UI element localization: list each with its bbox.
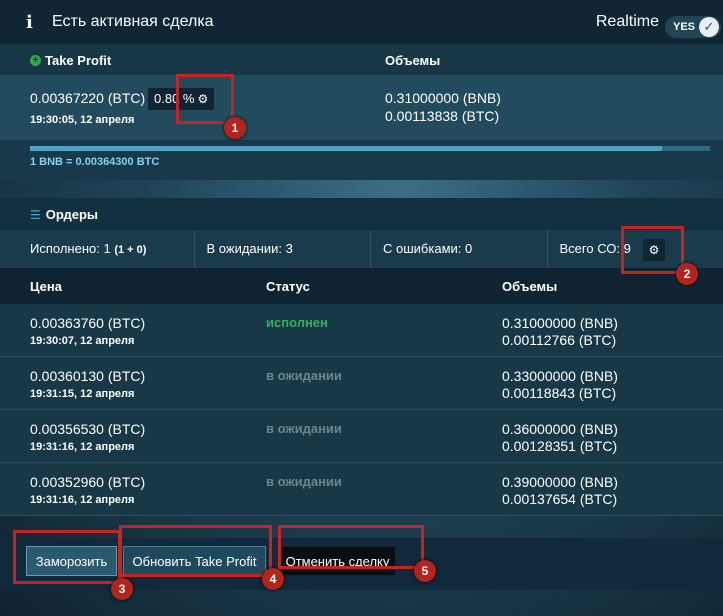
progress-area: 1 BNB = 0.00364300 BTC	[0, 140, 723, 180]
orders-table-header: Цена Статус Объемы	[0, 268, 723, 304]
progress-bar-fill	[30, 146, 663, 151]
take-profit-label: Take Profit	[45, 53, 112, 68]
table-row: 0.00352960 (BTC) 19:31:16, 12 апреля в о…	[0, 463, 723, 516]
order-status: в ожидании	[266, 368, 342, 383]
highlight-box	[621, 226, 684, 274]
order-price: 0.00356530 (BTC)	[30, 421, 146, 437]
realtime-label: Realtime	[595, 13, 659, 30]
plus-circle-icon: +	[30, 55, 41, 66]
column-volumes: Объемы	[502, 279, 558, 294]
list-icon: ☰	[30, 207, 41, 222]
orders-title: ☰ Ордеры	[30, 207, 98, 222]
column-status: Статус	[266, 279, 310, 294]
order-volume-bnb: 0.36000000 (BNB)	[502, 421, 618, 437]
orders-header: ☰ Ордеры	[0, 198, 723, 230]
highlight-box	[278, 525, 424, 569]
annotation-number: 3	[111, 578, 133, 600]
volumes-title: Объемы	[385, 53, 441, 68]
order-volume-btc: 0.00137654 (BTC)	[502, 491, 618, 507]
take-profit-volume-bnb: 0.31000000 (BNB)	[385, 90, 501, 106]
annotation-number: 4	[262, 568, 284, 590]
stat-waiting: В ожидании: 3	[195, 230, 371, 268]
page-title: Есть активная сделка	[52, 13, 214, 30]
stat-done: Исполнено: 1 (1 + 0)	[0, 230, 195, 268]
order-price: 0.00352960 (BTC)	[30, 474, 146, 490]
column-price: Цена	[30, 279, 62, 294]
order-volume-bnb: 0.33000000 (BNB)	[502, 368, 618, 384]
info-icon: i	[26, 11, 33, 33]
stat-done-detail: (1 + 0)	[114, 244, 147, 256]
order-volume-btc: 0.00128351 (BTC)	[502, 438, 618, 454]
order-status: в ожидании	[266, 421, 342, 436]
table-row: 0.00363760 (BTC) 19:30:07, 12 апреля исп…	[0, 304, 723, 357]
take-profit-volume-btc: 0.00113838 (BTC)	[385, 108, 500, 124]
take-profit-body: 0.00367220 (BTC) 19:30:05, 12 апреля 0.3…	[0, 76, 723, 140]
highlight-box	[13, 530, 121, 584]
order-volume-btc: 0.00112766 (BTC)	[502, 332, 617, 348]
highlight-box	[176, 74, 234, 124]
take-profit-time: 19:30:05, 12 апреля	[30, 114, 135, 126]
highlight-box	[119, 525, 272, 577]
order-time: 19:30:07, 12 апреля	[30, 335, 135, 347]
order-status: в ожидании	[266, 474, 342, 489]
order-status: исполнен	[266, 315, 328, 330]
take-profit-title: + Take Profit	[30, 53, 111, 68]
orders-stats: Исполнено: 1 (1 + 0) В ожидании: 3 С оши…	[0, 230, 723, 268]
order-price: 0.00360130 (BTC)	[30, 368, 146, 384]
table-row: 0.00360130 (BTC) 19:31:15, 12 апреля в о…	[0, 357, 723, 410]
exchange-rate: 1 BNB = 0.00364300 BTC	[30, 156, 160, 168]
take-profit-price: 0.00367220 (BTC)	[30, 90, 146, 106]
order-time: 19:31:16, 12 апреля	[30, 441, 135, 453]
orders-label: Ордеры	[45, 207, 99, 222]
annotation-number: 5	[414, 560, 436, 582]
order-volume-bnb: 0.31000000 (BNB)	[502, 315, 618, 331]
annotation-number: 2	[676, 263, 698, 285]
toggle-label: YES	[673, 21, 696, 33]
order-volume-bnb: 0.39000000 (BNB)	[502, 474, 618, 490]
order-price: 0.00363760 (BTC)	[30, 315, 146, 331]
stat-done-label: Исполнено: 1	[30, 241, 111, 256]
order-volume-btc: 0.00118843 (BTC)	[502, 385, 617, 401]
table-row: 0.00356530 (BTC) 19:31:16, 12 апреля в о…	[0, 410, 723, 463]
order-time: 19:31:16, 12 апреля	[30, 494, 135, 506]
order-time: 19:31:15, 12 апреля	[30, 388, 135, 400]
deal-header: i Есть активная сделка Realtime YES ✓	[0, 0, 723, 44]
annotation-number: 1	[224, 117, 246, 139]
progress-bar	[30, 146, 710, 151]
take-profit-header: + Take Profit Объемы	[0, 44, 723, 76]
check-icon: ✓	[699, 17, 719, 37]
stat-errors: С ошибками: 0	[371, 230, 548, 268]
realtime-toggle[interactable]: YES ✓	[665, 16, 721, 38]
